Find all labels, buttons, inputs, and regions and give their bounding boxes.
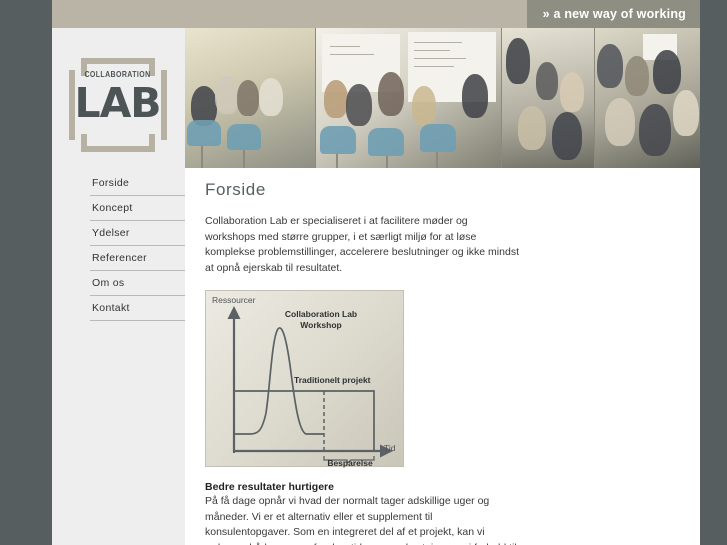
banner-photo-4 bbox=[595, 28, 700, 168]
logo-word-lab: LAB bbox=[74, 79, 161, 127]
chart-ylabel: Ressourcer bbox=[212, 295, 256, 305]
page-title: Forside bbox=[205, 180, 266, 199]
logo-mark-icon: COLLABORATION LAB bbox=[68, 58, 167, 152]
banner-photo-2 bbox=[316, 28, 501, 168]
banner-photo-1 bbox=[185, 28, 315, 168]
hero-banner-image bbox=[185, 28, 700, 168]
logo-text-group: COLLABORATION LAB bbox=[74, 71, 161, 139]
top-band: » a new way of working bbox=[52, 0, 700, 28]
content-body: Forside Collaboration Lab er specialiser… bbox=[205, 180, 680, 545]
page-root: » a new way of working COLLABORATION LAB bbox=[0, 0, 727, 545]
window-left-rail bbox=[0, 0, 52, 545]
resource-savings-chart: Ressourcer Tid Collaboration Lab Worksho… bbox=[205, 290, 404, 468]
main-content: Forside Collaboration Lab er specialiser… bbox=[185, 28, 700, 545]
logo-frame-right bbox=[160, 70, 167, 140]
logo-frame-top bbox=[80, 58, 155, 64]
logo-frame-corner-bl bbox=[80, 134, 87, 152]
logo-frame-corner-br bbox=[148, 134, 155, 152]
site-logo[interactable]: COLLABORATION LAB bbox=[60, 50, 175, 160]
chart-xlabel: Tid bbox=[384, 443, 396, 453]
site-tagline: » a new way of working bbox=[542, 7, 686, 21]
chart-series-traditional bbox=[234, 390, 375, 451]
window-right-rail bbox=[700, 0, 727, 545]
intro-paragraph: Collaboration Lab er specialiseret i at … bbox=[205, 215, 519, 274]
section-heading: Bedre resultater hurtigere bbox=[205, 481, 334, 493]
tagline-container: » a new way of working bbox=[526, 0, 700, 28]
chart-annotation-traditional: Traditionelt projekt bbox=[294, 375, 371, 385]
banner-photo-3 bbox=[502, 28, 594, 168]
section-paragraph: På få dage opnår vi hvad der normalt tag… bbox=[205, 495, 517, 545]
logo-frame-bottom bbox=[80, 146, 155, 152]
chart-annotation-workshop: Collaboration Lab Workshop bbox=[284, 309, 358, 330]
logo-word-collaboration: COLLABORATION bbox=[84, 71, 151, 80]
chart-annotation-besparelse: Besparelse bbox=[327, 458, 373, 468]
sidebar: COLLABORATION LAB Forside Koncept Ydelse… bbox=[52, 28, 220, 545]
